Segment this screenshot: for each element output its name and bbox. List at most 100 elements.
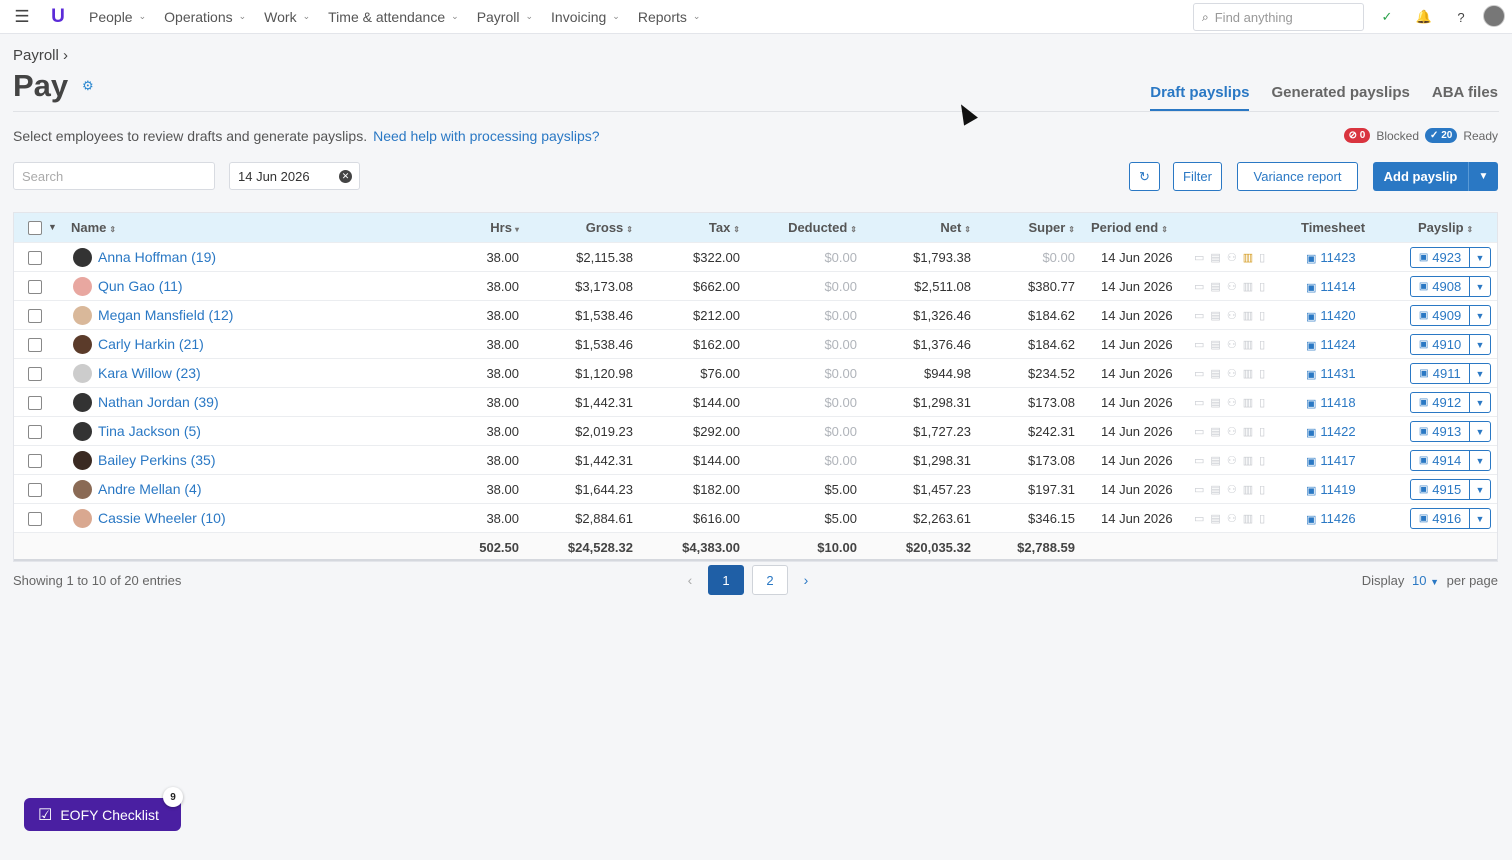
prev-page-icon[interactable]: ‹ [680, 572, 700, 588]
payslip-number[interactable]: ▣ 4916 [1411, 509, 1470, 528]
people-icon[interactable]: ⚇ [1227, 251, 1237, 264]
people-icon[interactable]: ⚇ [1227, 483, 1237, 496]
chevron-down-icon[interactable]: ▼ [1470, 277, 1490, 296]
timesheet-link[interactable]: ▣ 11414 [1306, 272, 1356, 301]
payslip-number[interactable]: ▣ 4908 [1411, 277, 1470, 296]
col-net[interactable]: Net ⇕ [940, 213, 971, 242]
employee-search-input[interactable]: Search [13, 162, 215, 190]
col-hrs[interactable]: Hrs ▾ [490, 213, 519, 242]
bank-icon[interactable]: ▥ [1243, 396, 1253, 409]
col-deducted[interactable]: Deducted ⇕ [788, 213, 857, 242]
employee-name-link[interactable]: Tina Jackson (5) [98, 417, 201, 446]
row-checkbox[interactable] [28, 454, 42, 468]
people-icon[interactable]: ⚇ [1227, 425, 1237, 438]
ready-badge[interactable]: ✓ 20 [1425, 128, 1458, 143]
check-circle-icon[interactable]: ✓ [1378, 8, 1396, 26]
payslip-button[interactable]: ▣ 4910 ▼ [1410, 334, 1491, 355]
blocked-badge[interactable]: ⊘ 0 [1343, 128, 1371, 143]
row-checkbox[interactable] [28, 396, 42, 410]
payslip-number[interactable]: ▣ 4912 [1411, 393, 1470, 412]
people-icon[interactable]: ⚇ [1227, 309, 1237, 322]
employee-name-link[interactable]: Cassie Wheeler (10) [98, 504, 226, 533]
timesheet-link[interactable]: ▣ 11431 [1306, 359, 1356, 388]
employee-name-link[interactable]: Bailey Perkins (35) [98, 446, 216, 475]
document-icon[interactable]: ▯ [1259, 338, 1265, 351]
payslip-number[interactable]: ▣ 4910 [1411, 335, 1470, 354]
help-icon[interactable]: ? [1452, 8, 1470, 26]
bank-icon[interactable]: ▥ [1243, 367, 1253, 380]
comment-icon[interactable]: ▭ [1194, 338, 1204, 351]
timesheet-link[interactable]: ▣ 11417 [1306, 446, 1356, 475]
chevron-down-icon[interactable]: ▼ [1470, 306, 1490, 325]
note-icon[interactable]: ▤ [1210, 367, 1220, 380]
bank-icon[interactable]: ▥ [1243, 512, 1253, 525]
people-icon[interactable]: ⚇ [1227, 454, 1237, 467]
bank-icon[interactable]: ▥ [1243, 251, 1253, 264]
variance-report-button[interactable]: Variance report [1237, 162, 1358, 191]
bank-icon[interactable]: ▥ [1243, 309, 1253, 322]
document-icon[interactable]: ▯ [1259, 280, 1265, 293]
select-menu-chevron-icon[interactable]: ▼ [48, 213, 57, 242]
refresh-button[interactable]: ↻ [1129, 162, 1160, 191]
people-icon[interactable]: ⚇ [1227, 396, 1237, 409]
eofy-checklist-button[interactable]: ☑ EOFY Checklist 9 [24, 787, 183, 831]
comment-icon[interactable]: ▭ [1194, 367, 1204, 380]
tab-aba-files[interactable]: ABA files [1432, 84, 1498, 111]
payslip-number[interactable]: ▣ 4915 [1411, 480, 1470, 499]
global-search-input[interactable]: ⌕ Find anything [1193, 3, 1364, 31]
page-1-button[interactable]: 1 [708, 565, 744, 595]
note-icon[interactable]: ▤ [1210, 309, 1220, 322]
row-checkbox[interactable] [28, 425, 42, 439]
bank-icon[interactable]: ▥ [1243, 338, 1253, 351]
chevron-down-icon[interactable]: ▼ [1470, 422, 1490, 441]
payslip-number[interactable]: ▣ 4911 [1411, 364, 1470, 383]
chevron-down-icon[interactable]: ▼ [1470, 393, 1490, 412]
row-checkbox[interactable] [28, 251, 42, 265]
next-page-icon[interactable]: › [796, 572, 816, 588]
per-page-dropdown[interactable]: 10 ▼ [1412, 573, 1439, 588]
payslip-button[interactable]: ▣ 4909 ▼ [1410, 305, 1491, 326]
help-link[interactable]: Need help with processing payslips? [373, 128, 599, 144]
payslip-number[interactable]: ▣ 4909 [1411, 306, 1470, 325]
document-icon[interactable]: ▯ [1259, 454, 1265, 467]
timesheet-link[interactable]: ▣ 11424 [1306, 330, 1356, 359]
people-icon[interactable]: ⚇ [1227, 367, 1237, 380]
col-name[interactable]: Name ⇕ [71, 213, 116, 242]
col-gross[interactable]: Gross ⇕ [586, 213, 633, 242]
filter-button[interactable]: Filter [1173, 162, 1222, 191]
tab-generated-payslips[interactable]: Generated payslips [1271, 84, 1409, 111]
comment-icon[interactable]: ▭ [1194, 280, 1204, 293]
tab-draft-payslips[interactable]: Draft payslips [1150, 84, 1250, 111]
chevron-down-icon[interactable]: ▼ [1469, 171, 1498, 182]
col-period-end[interactable]: Period end ⇕ [1091, 213, 1168, 242]
menu-icon[interactable]: ☰ [0, 0, 44, 34]
chevron-down-icon[interactable]: ▼ [1470, 248, 1490, 267]
payslip-button[interactable]: ▣ 4913 ▼ [1410, 421, 1491, 442]
note-icon[interactable]: ▤ [1210, 425, 1220, 438]
breadcrumb[interactable]: Payroll › [13, 47, 68, 64]
employee-name-link[interactable]: Megan Mansfield (12) [98, 301, 233, 330]
comment-icon[interactable]: ▭ [1194, 483, 1204, 496]
note-icon[interactable]: ▤ [1210, 338, 1220, 351]
timesheet-link[interactable]: ▣ 11426 [1306, 504, 1356, 533]
nav-item-operations[interactable]: Operations ⌄ [155, 0, 255, 34]
timesheet-link[interactable]: ▣ 11423 [1306, 243, 1356, 272]
comment-icon[interactable]: ▭ [1194, 251, 1204, 264]
row-checkbox[interactable] [28, 338, 42, 352]
page-2-button[interactable]: 2 [752, 565, 788, 595]
payslip-button[interactable]: ▣ 4915 ▼ [1410, 479, 1491, 500]
nav-item-payroll[interactable]: Payroll ⌄ [468, 0, 542, 34]
timesheet-link[interactable]: ▣ 11419 [1306, 475, 1356, 504]
timesheet-link[interactable]: ▣ 11422 [1306, 417, 1356, 446]
payslip-button[interactable]: ▣ 4908 ▼ [1410, 276, 1491, 297]
bank-icon[interactable]: ▥ [1243, 454, 1253, 467]
bank-icon[interactable]: ▥ [1243, 483, 1253, 496]
document-icon[interactable]: ▯ [1259, 512, 1265, 525]
row-checkbox[interactable] [28, 483, 42, 497]
timesheet-link[interactable]: ▣ 11418 [1306, 388, 1356, 417]
comment-icon[interactable]: ▭ [1194, 454, 1204, 467]
document-icon[interactable]: ▯ [1259, 396, 1265, 409]
select-all-checkbox[interactable] [28, 221, 42, 235]
chevron-down-icon[interactable]: ▼ [1470, 509, 1490, 528]
payslip-number[interactable]: ▣ 4914 [1411, 451, 1470, 470]
